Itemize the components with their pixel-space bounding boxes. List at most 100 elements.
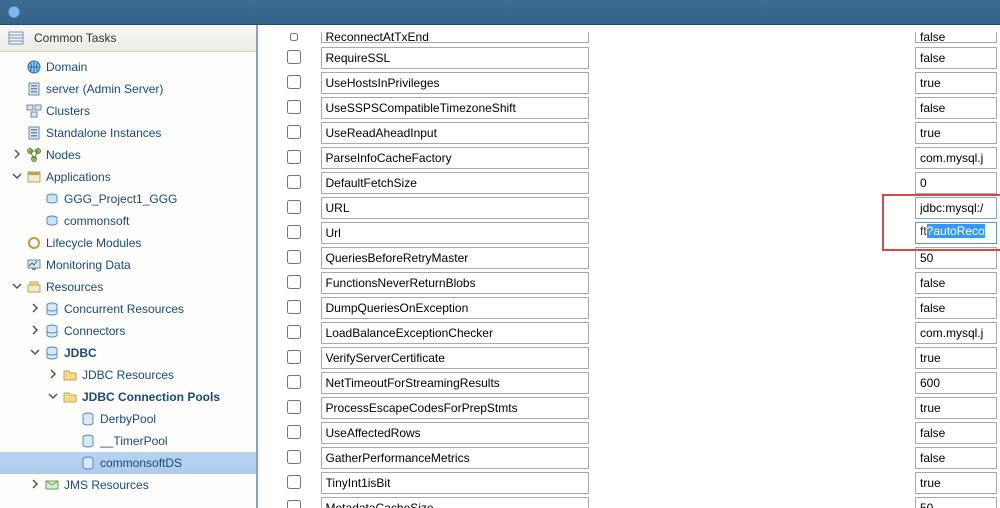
- nav-item[interactable]: Standalone Instances: [0, 122, 256, 144]
- property-select-checkbox[interactable]: [287, 425, 301, 439]
- property-name-input[interactable]: [321, 97, 589, 119]
- property-value-input[interactable]: [915, 172, 997, 194]
- property-row: [270, 97, 1000, 119]
- nav-item[interactable]: Lifecycle Modules: [0, 232, 256, 254]
- property-name-input[interactable]: [321, 447, 589, 469]
- property-value-input[interactable]: [915, 447, 997, 469]
- pool-icon: [80, 455, 96, 471]
- property-value-input[interactable]: [915, 472, 997, 494]
- nav-item[interactable]: JDBC Resources: [0, 364, 256, 386]
- property-value-input[interactable]: [915, 247, 997, 269]
- property-value-input[interactable]: [915, 322, 997, 344]
- property-name-input[interactable]: [321, 372, 589, 394]
- nav-item[interactable]: Monitoring Data: [0, 254, 256, 276]
- nav-item[interactable]: DerbyPool: [0, 408, 256, 430]
- property-name-input[interactable]: [321, 247, 589, 269]
- nav-item[interactable]: JMS Resources: [0, 474, 256, 496]
- property-name-input[interactable]: [321, 472, 589, 494]
- tree-toggle-icon[interactable]: [30, 347, 42, 359]
- property-select-checkbox[interactable]: [287, 200, 301, 214]
- property-value-input[interactable]: [915, 97, 997, 119]
- nav-item[interactable]: Domain: [0, 56, 256, 78]
- property-value-input[interactable]: [915, 47, 997, 69]
- nav-tree: Domainserver (Admin Server) Clusters Stand…: [0, 52, 256, 508]
- nav-item[interactable]: commonsoft: [0, 210, 256, 232]
- property-select-checkbox[interactable]: [287, 400, 301, 414]
- property-select-checkbox[interactable]: [287, 250, 301, 264]
- nav-item[interactable]: JDBC Connection Pools: [0, 386, 256, 408]
- property-name-input[interactable]: [321, 322, 589, 344]
- property-value-input[interactable]: [915, 297, 997, 319]
- property-name-input[interactable]: [321, 197, 589, 219]
- property-select-checkbox[interactable]: [287, 325, 301, 339]
- tree-toggle-icon[interactable]: [12, 171, 24, 183]
- property-name-input[interactable]: [321, 222, 589, 244]
- property-select-checkbox[interactable]: [287, 33, 301, 41]
- property-select-checkbox[interactable]: [287, 275, 301, 289]
- property-value-input[interactable]: [915, 147, 997, 169]
- property-name-input[interactable]: [321, 47, 589, 69]
- nav-item[interactable]: GGG_Project1_GGG: [0, 188, 256, 210]
- property-select-checkbox[interactable]: [287, 175, 301, 189]
- property-value-input[interactable]: [915, 122, 997, 144]
- property-value-input[interactable]: ft?autoReco: [915, 222, 997, 244]
- nav-item[interactable]: Resources: [0, 276, 256, 298]
- property-value-input[interactable]: [915, 197, 997, 219]
- nav-item-label: Monitoring Data: [46, 258, 131, 272]
- property-select-checkbox[interactable]: [287, 75, 301, 89]
- property-value-input[interactable]: [915, 372, 997, 394]
- property-select-checkbox[interactable]: [287, 475, 301, 489]
- property-name-input[interactable]: [321, 422, 589, 444]
- tree-toggle-icon[interactable]: [12, 149, 24, 161]
- nav-item[interactable]: Clusters: [0, 100, 256, 122]
- property-value-input[interactable]: [915, 397, 997, 419]
- nav-item[interactable]: commonsoftDS: [0, 452, 256, 474]
- property-value-input[interactable]: [915, 422, 997, 444]
- property-select-checkbox[interactable]: [287, 350, 301, 364]
- server-icon: [26, 125, 42, 141]
- property-select-checkbox[interactable]: [287, 100, 301, 114]
- property-name-input[interactable]: [321, 32, 589, 43]
- property-name-input[interactable]: [321, 347, 589, 369]
- property-name-input[interactable]: [321, 147, 589, 169]
- tree-toggle-icon[interactable]: [48, 391, 60, 403]
- tree-toggle-icon[interactable]: [30, 325, 42, 337]
- tree-toggle-icon[interactable]: [30, 303, 42, 315]
- property-value-input[interactable]: [915, 272, 997, 294]
- property-name-input[interactable]: [321, 497, 589, 508]
- property-select-checkbox[interactable]: [287, 225, 301, 239]
- nav-item-label: JDBC Connection Pools: [82, 390, 220, 404]
- property-select-checkbox[interactable]: [287, 450, 301, 464]
- main-panel[interactable]: ft?autoReco: [258, 25, 1000, 508]
- nav-item[interactable]: Applications: [0, 166, 256, 188]
- property-select-checkbox[interactable]: [287, 375, 301, 389]
- tree-toggle-icon[interactable]: [30, 479, 42, 491]
- property-value-input[interactable]: [915, 347, 997, 369]
- property-name-input[interactable]: [321, 397, 589, 419]
- property-value-input[interactable]: [915, 72, 997, 94]
- nav-item[interactable]: Nodes: [0, 144, 256, 166]
- nav-item[interactable]: server (Admin Server): [0, 78, 256, 100]
- tree-toggle-icon[interactable]: [48, 369, 60, 381]
- nav-item[interactable]: Concurrent Resources: [0, 298, 256, 320]
- tree-toggle-icon[interactable]: [12, 281, 24, 293]
- nav-item-label: Clusters: [46, 104, 90, 118]
- property-select-checkbox[interactable]: [287, 125, 301, 139]
- nav-item[interactable]: Connectors: [0, 320, 256, 342]
- property-select-checkbox[interactable]: [287, 300, 301, 314]
- property-name-input[interactable]: [321, 72, 589, 94]
- property-row: [270, 122, 1000, 144]
- property-value-input[interactable]: [915, 497, 997, 508]
- monitor-icon: [26, 257, 42, 273]
- property-value-input[interactable]: [915, 32, 997, 43]
- property-select-checkbox[interactable]: [287, 50, 301, 64]
- property-row: [270, 272, 1000, 294]
- property-name-input[interactable]: [321, 172, 589, 194]
- property-name-input[interactable]: [321, 122, 589, 144]
- property-select-checkbox[interactable]: [287, 150, 301, 164]
- nav-item[interactable]: JDBC: [0, 342, 256, 364]
- property-name-input[interactable]: [321, 297, 589, 319]
- nav-item[interactable]: __TimerPool: [0, 430, 256, 452]
- property-name-input[interactable]: [321, 272, 589, 294]
- tasks-icon: [8, 30, 24, 46]
